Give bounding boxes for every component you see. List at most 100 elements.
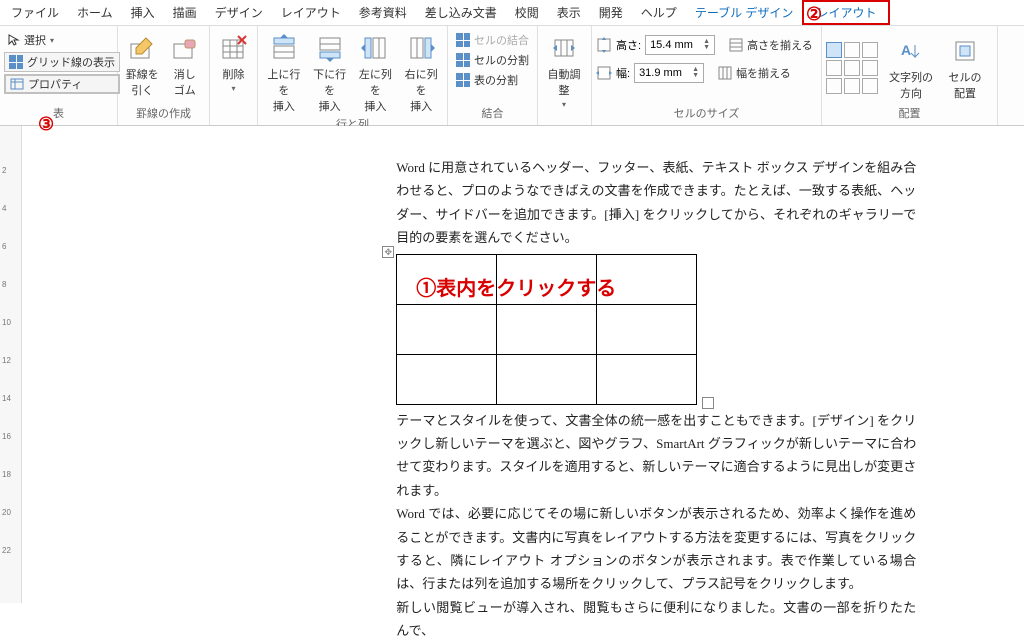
menu-view[interactable]: 表示 (548, 0, 590, 25)
group-merge: セルの結合 セルの分割 表の分割 結合 (448, 26, 538, 125)
autofit-label: 自動調整 (544, 66, 584, 98)
align-bot-right[interactable] (862, 78, 878, 94)
eraser-label: 消しゴム (174, 66, 196, 98)
cell-margins-label: セルの 配置 (949, 69, 982, 101)
view-gridlines-button[interactable]: グリッド線の表示 (4, 52, 120, 72)
menu-help[interactable]: ヘルプ (632, 0, 686, 25)
menu-design[interactable]: デザイン (206, 0, 272, 25)
group-autofit: 自動調整 ▾ (538, 26, 592, 125)
height-value: 15.4 mm (650, 39, 693, 51)
align-top-left[interactable] (826, 42, 842, 58)
width-input[interactable]: 31.9 mm ▲▼ (634, 63, 704, 83)
distribute-cols-button[interactable]: 幅を揃える (714, 63, 795, 83)
menu-file[interactable]: ファイル (2, 0, 68, 25)
document-page[interactable]: Word に用意されているヘッダー、フッター、表紙、テキスト ボックス デザイン… (46, 126, 1024, 603)
table-move-handle[interactable]: ✥ (382, 246, 394, 258)
annotation-step3: ③ (38, 114, 54, 135)
align-mid-right[interactable] (862, 60, 878, 76)
properties-icon (10, 78, 24, 90)
annotation-step2: ② (806, 4, 822, 25)
paragraph-1[interactable]: Word に用意されているヘッダー、フッター、表紙、テキスト ボックス デザイン… (396, 156, 916, 250)
grid-icon (9, 55, 23, 69)
align-mid-left[interactable] (826, 60, 842, 76)
split-cells-button[interactable]: セルの分割 (452, 50, 533, 70)
dist-cols-icon (718, 66, 732, 80)
chevron-down-icon: ▾ (50, 36, 54, 45)
menu-references[interactable]: 参考資料 (350, 0, 416, 25)
menu-layout[interactable]: レイアウト (272, 0, 350, 25)
dist-rows-label: 高さを揃える (747, 37, 813, 53)
align-mid-center[interactable] (844, 60, 860, 76)
spinner-icon[interactable]: ▲▼ (703, 39, 710, 51)
width-label: 幅: (616, 65, 630, 81)
ribbon: 選択 ▾ グリッド線の表示 プロパティ 表 罫線を 引く (0, 26, 1024, 126)
select-label: 選択 (24, 32, 46, 48)
merge-icon (456, 33, 470, 47)
height-input[interactable]: 15.4 mm ▲▼ (645, 35, 715, 55)
group-cell-size: 高さ: 15.4 mm ▲▼ 高さを揃える 幅: 31.9 mm (592, 26, 822, 125)
autofit-icon (550, 32, 578, 64)
delete-label: 削除 (223, 66, 245, 82)
pencil-icon (128, 32, 156, 64)
cell-margins-icon (953, 35, 977, 67)
chevron-down-icon: ▾ (562, 100, 566, 109)
split-table-label: 表の分割 (474, 72, 518, 88)
text-direction-icon: A (899, 35, 923, 67)
text-dir-label: 文字列の 方向 (889, 69, 933, 101)
row-height-control: 高さ: 15.4 mm ▲▼ (596, 34, 715, 56)
group-align-label: 配置 (826, 107, 993, 123)
dist-cols-label: 幅を揃える (736, 65, 791, 81)
gridlines-label: グリッド線の表示 (27, 54, 115, 70)
text-direction-button[interactable]: A 文字列の 方向 (886, 33, 936, 103)
spinner-icon[interactable]: ▲▼ (692, 67, 699, 79)
insert-above-label: 上に行を 挿入 (264, 66, 304, 114)
autofit-button[interactable]: 自動調整 ▾ (542, 30, 586, 111)
insert-right-button[interactable]: 右に列を 挿入 (399, 30, 443, 116)
vertical-ruler[interactable]: 2 4 6 8 10 12 14 16 18 20 22 (0, 126, 22, 603)
width-value: 31.9 mm (639, 67, 682, 79)
group-rows-cols: 上に行を 挿入 下に行を 挿入 左に列を 挿入 右に列を 挿入 行と列 (258, 26, 448, 125)
paragraph-2[interactable]: テーマとスタイルを使って、文書全体の統一感を出すこともできます。[デザイン] を… (396, 409, 916, 503)
menu-developer[interactable]: 開発 (590, 0, 632, 25)
properties-label: プロパティ (28, 76, 82, 92)
align-bot-left[interactable] (826, 78, 842, 94)
group-alignment: A 文字列の 方向 セルの 配置 配置 (822, 26, 998, 125)
svg-text:A: A (901, 42, 911, 58)
insert-left-button[interactable]: 左に列を 挿入 (354, 30, 398, 116)
draw-table-button[interactable]: 罫線を 引く (122, 30, 163, 100)
merge-label: セルの結合 (474, 32, 529, 48)
insert-below-button[interactable]: 下に行を 挿入 (308, 30, 352, 116)
menu-mailings[interactable]: 差し込み文書 (416, 0, 506, 25)
cursor-icon (8, 34, 20, 46)
properties-button[interactable]: プロパティ (4, 74, 120, 94)
menu-review[interactable]: 校閲 (506, 0, 548, 25)
insert-col-right-icon (407, 32, 435, 64)
group-merge-label: 結合 (452, 107, 533, 123)
delete-button[interactable]: 削除 ▾ (214, 30, 253, 95)
delete-table-icon (220, 32, 248, 64)
paragraph-3[interactable]: Word では、必要に応じてその場に新しいボタンが表示されるため、効率よく操作を… (396, 502, 916, 596)
table-resize-handle[interactable] (702, 397, 714, 409)
insert-above-button[interactable]: 上に行を 挿入 (262, 30, 306, 116)
merge-cells-button[interactable]: セルの結合 (452, 30, 533, 50)
menu-bar: ファイル ホーム 挿入 描画 デザイン レイアウト 参考資料 差し込み文書 校閲… (0, 0, 1024, 26)
cell-margins-button[interactable]: セルの 配置 (944, 33, 986, 103)
insert-below-label: 下に行を 挿入 (310, 66, 350, 114)
align-bot-center[interactable] (844, 78, 860, 94)
split-table-button[interactable]: 表の分割 (452, 70, 533, 90)
align-top-center[interactable] (844, 42, 860, 58)
group-draw-label: 罫線の作成 (122, 107, 205, 123)
distribute-rows-button[interactable]: 高さを揃える (725, 35, 817, 55)
menu-draw[interactable]: 描画 (164, 0, 206, 25)
select-button[interactable]: 選択 ▾ (4, 30, 120, 50)
eraser-button[interactable]: 消しゴム (165, 30, 206, 100)
insert-right-label: 右に列を 挿入 (401, 66, 441, 114)
align-top-right[interactable] (862, 42, 878, 58)
annotation-step1: ①表内をクリックする (416, 272, 616, 301)
insert-col-left-icon (361, 32, 389, 64)
menu-table-design[interactable]: テーブル デザイン (686, 0, 803, 25)
menu-insert[interactable]: 挿入 (122, 0, 164, 25)
split-table-icon (456, 73, 470, 87)
eraser-icon (171, 32, 199, 64)
menu-home[interactable]: ホーム (68, 0, 122, 25)
